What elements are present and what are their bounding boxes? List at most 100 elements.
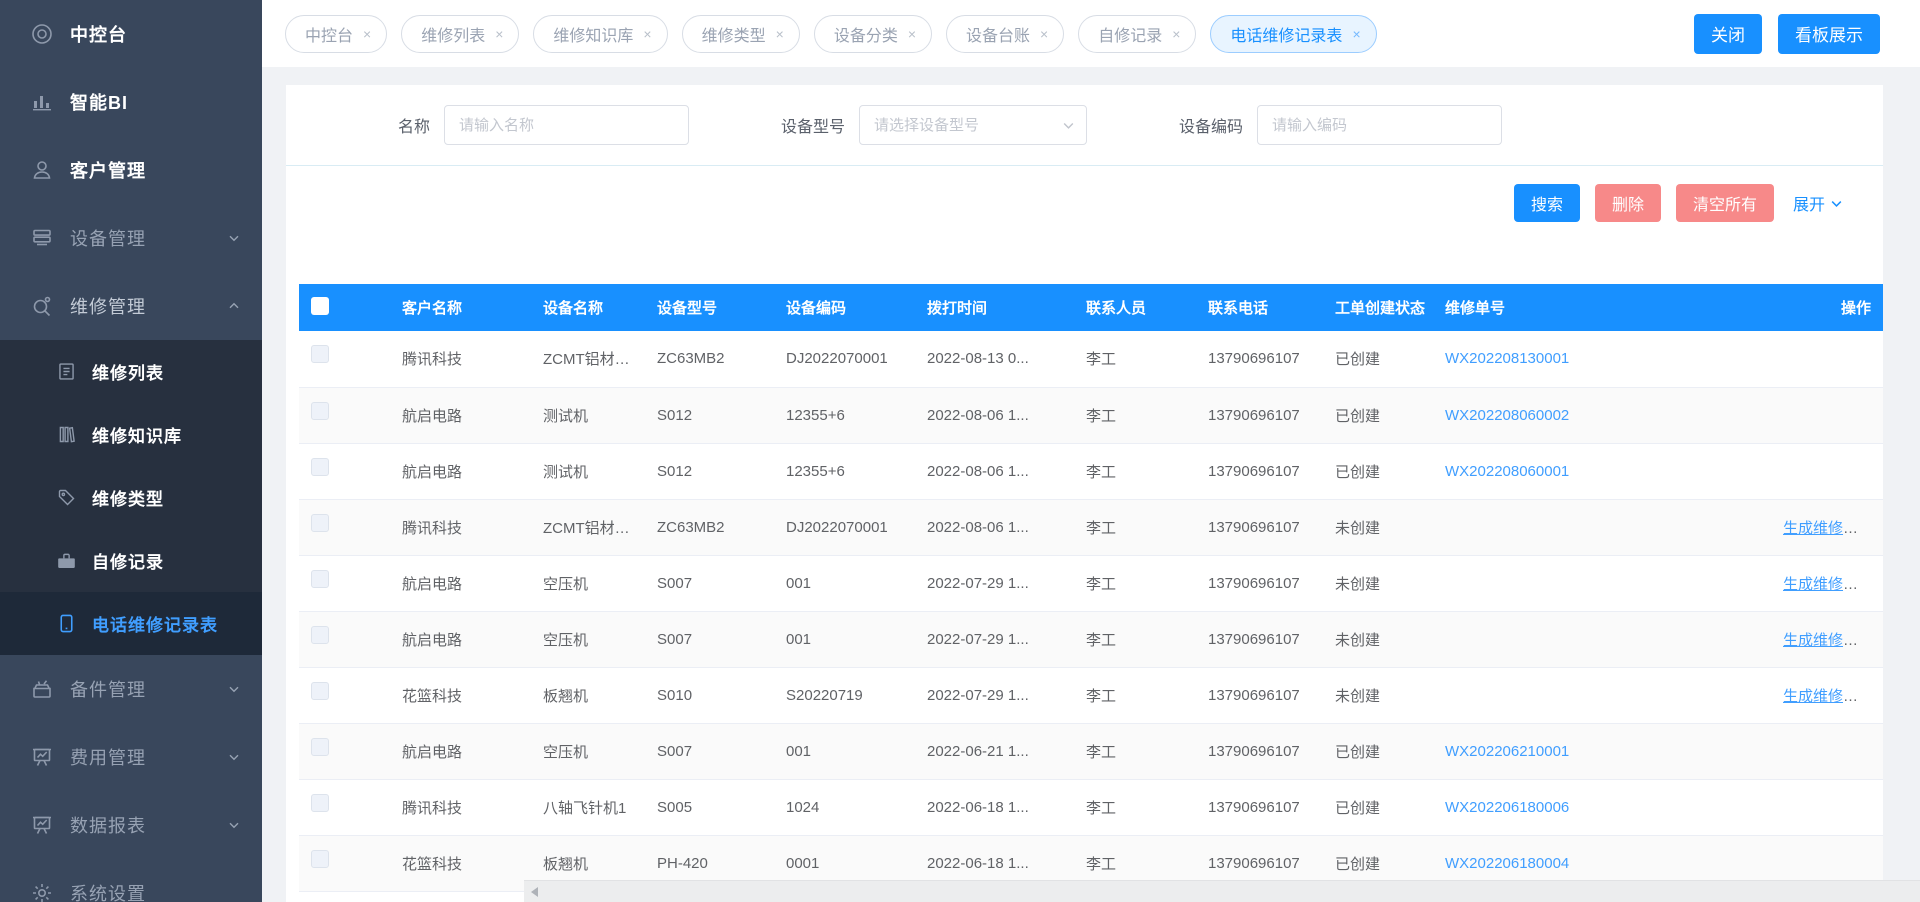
row-checkbox[interactable] — [311, 402, 329, 420]
board-display-button[interactable]: 看板展示 — [1778, 14, 1880, 54]
name-field-group: 名称 — [398, 105, 689, 145]
cell-customer: 航启电路 — [392, 443, 533, 499]
cell-code: 1024 — [776, 779, 917, 835]
generate-work-order-link[interactable]: 生成维修工单 — [1783, 520, 1873, 537]
cell-call-time: 2022-07-29 1... — [917, 667, 1076, 723]
cell-model: S005 — [647, 779, 776, 835]
expand-toggle[interactable]: 展开 — [1793, 191, 1843, 215]
scroll-left-icon[interactable] — [531, 887, 538, 897]
tab[interactable]: 自修记录 × — [1078, 15, 1196, 53]
sidebar-item-spare-parts[interactable]: 备件管理 — [0, 655, 262, 723]
repair-order-link[interactable]: WX202206180006 — [1445, 799, 1569, 816]
cell-device: 测试机 — [533, 387, 647, 443]
sidebar-item-knowledge-base[interactable]: 维修知识库 — [0, 403, 262, 466]
row-checkbox[interactable] — [311, 345, 329, 363]
sidebar-item-bi[interactable]: 智能BI — [0, 68, 262, 136]
model-label: 设备型号 — [781, 113, 845, 137]
cell-phone: 13790696107 — [1198, 443, 1325, 499]
tab-close-icon[interactable]: × — [495, 27, 503, 41]
cell-order-no — [1435, 555, 1773, 611]
generate-work-order-link[interactable]: 生成维修工单 — [1783, 688, 1873, 705]
sidebar-item-repair-types[interactable]: 维修类型 — [0, 466, 262, 529]
table-row: 航启电路 测试机 S012 12355+6 2022-08-06 1... 李工… — [299, 387, 1883, 443]
row-checkbox[interactable] — [311, 738, 329, 756]
tab[interactable]: 中控台 × — [285, 15, 387, 53]
code-field-group: 设备编码 — [1179, 105, 1502, 145]
tab[interactable]: 电话维修记录表 × — [1210, 15, 1376, 53]
tab-close-icon[interactable]: × — [1352, 27, 1360, 41]
code-input[interactable] — [1257, 105, 1502, 145]
cell-order-no — [1435, 499, 1773, 555]
model-field-group: 设备型号 — [781, 105, 1087, 145]
tab[interactable]: 维修知识库 × — [533, 15, 667, 53]
search-button[interactable]: 搜索 — [1514, 184, 1580, 222]
select-all-checkbox[interactable] — [311, 297, 329, 315]
cell-model: S012 — [647, 387, 776, 443]
close-button[interactable]: 关闭 — [1694, 14, 1762, 54]
tab[interactable]: 维修类型 × — [682, 15, 800, 53]
cell-call-time: 2022-08-06 1... — [917, 387, 1076, 443]
tab[interactable]: 维修列表 × — [401, 15, 519, 53]
column-header-device: 设备名称 — [533, 284, 647, 331]
repairs-submenu: 维修列表 维修知识库 维修类型 自修记录 电话维修记录表 — [0, 340, 262, 655]
table-row: 航启电路 空压机 S007 001 2022-07-29 1... 李工 137… — [299, 555, 1883, 611]
name-input[interactable] — [444, 105, 689, 145]
tab-close-icon[interactable]: × — [643, 27, 651, 41]
tab-close-icon[interactable]: × — [908, 27, 916, 41]
search-form: 名称 设备型号 设备编码 — [286, 85, 1883, 165]
generate-work-order-link[interactable]: 生成维修工单 — [1783, 632, 1873, 649]
row-checkbox[interactable] — [311, 794, 329, 812]
row-checkbox[interactable] — [311, 570, 329, 588]
sidebar-item-customers[interactable]: 客户管理 — [0, 136, 262, 204]
tab-close-icon[interactable]: × — [1040, 27, 1048, 41]
sidebar-item-repairs[interactable]: 维修管理 — [0, 272, 262, 340]
cell-order-no: WX202208130001 — [1435, 331, 1773, 387]
repair-order-link[interactable]: WX202208060001 — [1445, 463, 1569, 480]
table-header: 客户名称 设备名称 设备型号 设备编码 拨打时间 联系人员 联系电话 工单创建状… — [299, 284, 1883, 331]
sidebar-item-label: 维修类型 — [92, 485, 164, 510]
sidebar-item-console[interactable]: 中控台 — [0, 0, 262, 68]
repair-order-link[interactable]: WX202208130001 — [1445, 350, 1569, 367]
sidebar-item-expenses[interactable]: 费用管理 — [0, 723, 262, 791]
cell-customer: 航启电路 — [392, 555, 533, 611]
sidebar-item-self-repair[interactable]: 自修记录 — [0, 529, 262, 592]
tab-close-icon[interactable]: × — [776, 27, 784, 41]
tab[interactable]: 设备台账 × — [946, 15, 1064, 53]
horizontal-scrollbar[interactable] — [524, 880, 1920, 902]
clear-all-button[interactable]: 清空所有 — [1676, 184, 1774, 222]
row-checkbox[interactable] — [311, 458, 329, 476]
tab[interactable]: 设备分类 × — [814, 15, 932, 53]
sidebar-item-reports[interactable]: 数据报表 — [0, 791, 262, 859]
tab-close-icon[interactable]: × — [363, 27, 371, 41]
row-checkbox[interactable] — [311, 626, 329, 644]
name-label: 名称 — [398, 113, 430, 137]
main-area: 中控台 × 维修列表 × 维修知识库 × 维修类型 × 设备分类 × 设备台账 … — [262, 0, 1920, 902]
sidebar-item-system-settings[interactable]: 系统设置 — [0, 859, 262, 902]
cell-actions: 生成维修工单 — [1773, 499, 1883, 555]
sidebar-item-phone-repair-records[interactable]: 电话维修记录表 — [0, 592, 262, 655]
row-checkbox[interactable] — [311, 682, 329, 700]
briefcase-icon — [56, 550, 77, 571]
cell-contact: 李工 — [1076, 611, 1198, 667]
generate-work-order-link[interactable]: 生成维修工单 — [1783, 576, 1873, 593]
row-checkbox[interactable] — [311, 850, 329, 868]
table-row: 花篮科技 板翘机 S010 S20220719 2022-07-29 1... … — [299, 667, 1883, 723]
row-checkbox[interactable] — [311, 514, 329, 532]
repair-order-link[interactable]: WX202206210001 — [1445, 743, 1569, 760]
topbar: 中控台 × 维修列表 × 维修知识库 × 维修类型 × 设备分类 × 设备台账 … — [262, 0, 1920, 67]
delete-button[interactable]: 删除 — [1595, 184, 1661, 222]
user-icon — [30, 158, 54, 182]
sidebar-item-devices[interactable]: 设备管理 — [0, 204, 262, 272]
cell-contact: 李工 — [1076, 667, 1198, 723]
cell-model: ZC63MB2 — [647, 499, 776, 555]
repair-order-link[interactable]: WX202206180004 — [1445, 855, 1569, 872]
sidebar-item-repair-list[interactable]: 维修列表 — [0, 340, 262, 403]
model-select[interactable] — [859, 105, 1087, 145]
tab-close-icon[interactable]: × — [1172, 27, 1180, 41]
tag-icon — [56, 487, 77, 508]
repair-order-link[interactable]: WX202208060002 — [1445, 407, 1569, 424]
cell-order-no: WX202208060002 — [1435, 387, 1773, 443]
records-table: 客户名称 设备名称 设备型号 设备编码 拨打时间 联系人员 联系电话 工单创建状… — [299, 284, 1883, 892]
document-list-icon — [56, 361, 77, 382]
cell-customer: 腾讯科技 — [392, 331, 533, 387]
